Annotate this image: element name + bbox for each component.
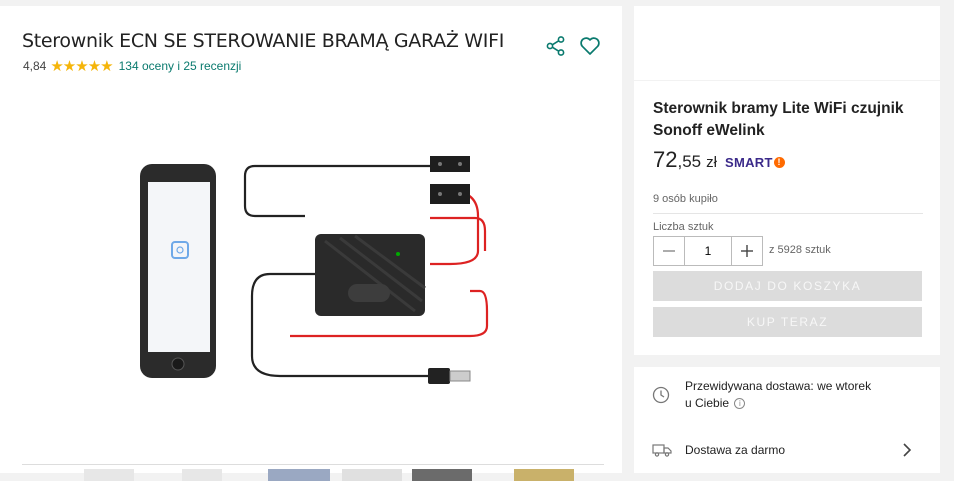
buy-box: Sterownik bramy Lite WiFi czujnik Sonoff…	[634, 81, 940, 355]
chevron-right-icon[interactable]	[901, 442, 913, 458]
share-icon[interactable]	[545, 35, 567, 57]
thumbnail[interactable]	[268, 469, 330, 481]
smart-badge-label: SMART	[724, 155, 773, 170]
rating-row: 4,84 ★★★★★ 134 oceny i 25 recenzji	[23, 57, 241, 75]
delivery-box: Przewidywana dostawa: we wtorek u Ciebie…	[634, 367, 940, 473]
divider	[653, 213, 923, 214]
offer-title: Sterownik bramy Lite WiFi czujnik Sonoff…	[653, 100, 904, 139]
expected-delivery-line1: Przewidywana dostawa: we wtorek	[685, 379, 872, 393]
product-title: Sterownik ECN SE STEROWANIE BRAMĄ GARAŻ …	[22, 30, 505, 52]
buy-now-button[interactable]: KUP TERAZ	[653, 307, 922, 337]
thumbnail[interactable]	[84, 469, 134, 481]
bought-count: 9 osób kupiło	[653, 193, 718, 205]
price: 72 ,55 zł SMART !	[653, 147, 785, 173]
decrease-button[interactable]	[654, 237, 684, 265]
heart-icon[interactable]	[579, 35, 601, 57]
price-decimal: ,55	[677, 152, 702, 171]
free-shipping: Dostawa za darmo	[685, 443, 786, 457]
price-integer: 72	[653, 147, 678, 172]
phone-illustration	[140, 164, 216, 378]
thumbnail[interactable]	[412, 469, 472, 481]
product-panel: Sterownik ECN SE STEROWANIE BRAMĄ GARAŻ …	[0, 6, 622, 481]
add-to-cart-button[interactable]: DODAJ DO KOSZYKA	[653, 271, 922, 301]
thumbnail[interactable]	[182, 469, 222, 481]
price-currency: zł	[706, 154, 717, 171]
seller-card	[634, 6, 940, 80]
smart-badge: SMART !	[725, 155, 785, 170]
quantity-stepper	[653, 236, 763, 266]
increase-button[interactable]	[732, 237, 762, 265]
expected-delivery-line2: u Ciebie	[685, 396, 730, 410]
thumbnail[interactable]	[514, 469, 574, 481]
rating-value: 4,84	[23, 59, 47, 73]
expected-delivery: Przewidywana dostawa: we wtorek u Ciebie…	[685, 378, 905, 412]
smart-badge-icon: !	[773, 157, 785, 168]
truck-icon	[652, 444, 672, 457]
quantity-input[interactable]	[684, 237, 732, 265]
stock-count: z 5928 sztuk	[769, 244, 831, 256]
product-image[interactable]	[130, 146, 490, 386]
reviews-link[interactable]: 134 oceny i 25 recenzji	[119, 59, 242, 73]
clock-icon	[652, 386, 670, 404]
rating-stars: ★★★★★	[50, 58, 113, 75]
minus-icon	[663, 250, 675, 252]
info-icon[interactable]: i	[734, 398, 746, 410]
controller-box	[315, 234, 426, 316]
thumbnail[interactable]	[342, 469, 402, 481]
quantity-label: Liczba sztuk	[653, 221, 714, 233]
plus-icon	[741, 245, 753, 257]
